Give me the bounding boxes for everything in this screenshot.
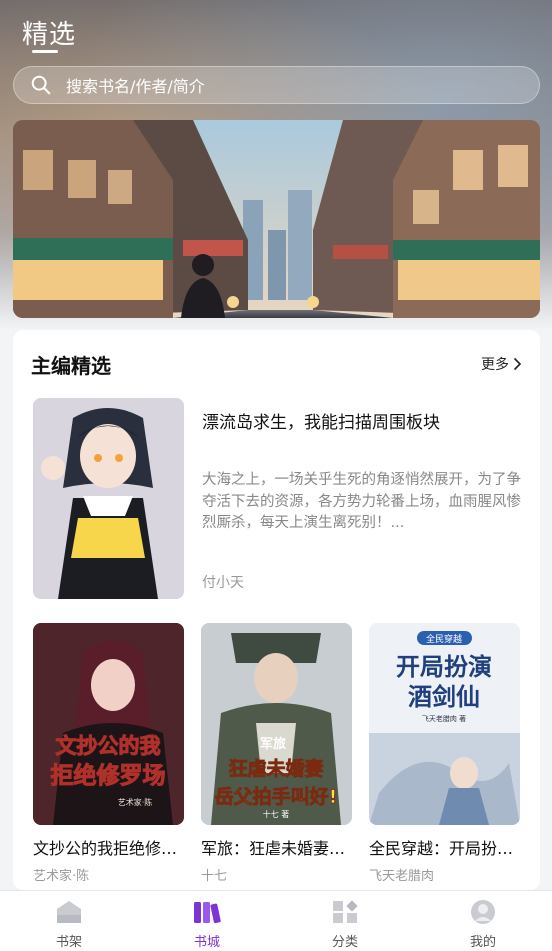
more-button[interactable]: 更多: [481, 354, 522, 374]
featured-book-author: 付小天: [202, 575, 244, 591]
tab-profile[interactable]: 我的: [414, 891, 552, 951]
title-underline: [32, 50, 58, 53]
cover-title-line-1: 开局扮演: [396, 653, 492, 681]
cover-author: 十七 著: [263, 809, 290, 819]
cover-tag: 军旅: [260, 736, 286, 752]
cover-tag: 全民穿越: [426, 633, 462, 645]
profile-icon: [471, 900, 495, 924]
book-cover-art: 文抄公的我 拒绝修罗场 艺术家·陈: [33, 623, 184, 825]
book-card[interactable]: 军旅 狂虐未婚妻 岳父拍手叫好! 十七 著 军旅：狂虐未婚妻，岳父拍手叫好! 十…: [201, 623, 352, 884]
tab-label: 书架: [55, 935, 82, 950]
tab-bookstore[interactable]: 书城: [138, 891, 276, 951]
cover-author: 艺术家·陈: [118, 797, 153, 807]
book-cover-art: 军旅 狂虐未婚妻 岳父拍手叫好! 十七 著: [201, 623, 352, 825]
cover-title-line-2: 岳父拍手叫好!: [215, 785, 338, 808]
search-icon: [31, 75, 51, 95]
tab-label: 我的: [469, 935, 496, 950]
cover-title-line-2: 拒绝修罗场: [51, 762, 166, 789]
featured-book-description: 大海之上，一场关乎生死的角逐悄然展开，为了争夺活下去的资源，各方势力轮番上场，血…: [202, 472, 521, 531]
book-title: 文抄公的我拒绝修罗场: [33, 839, 184, 858]
tab-label: 书城: [193, 935, 220, 950]
book-card[interactable]: 文抄公的我 拒绝修罗场 艺术家·陈 文抄公的我拒绝修罗场 艺术家·陈: [33, 623, 184, 884]
tab-bookshelf[interactable]: 书架: [0, 891, 138, 951]
search-bar[interactable]: 搜索书名/作者/简介: [13, 66, 540, 104]
book-author: 十七: [201, 869, 228, 884]
tab-label: 分类: [331, 935, 358, 950]
book-cover-art: 全民穿越 开局扮演 酒剑仙 飞天老腊肉 著: [369, 623, 520, 825]
book-cover: 文抄公的我 拒绝修罗场 艺术家·陈: [33, 623, 184, 825]
book-author: 飞天老腊肉: [369, 869, 435, 884]
cover-title-line-1: 文抄公的我: [56, 734, 161, 758]
cover-title-line-2: 酒剑仙: [408, 683, 480, 711]
section-title: 主编精选: [31, 354, 111, 378]
book-author: 艺术家·陈: [33, 869, 90, 884]
anime-girl-cover-art: [33, 398, 184, 599]
featured-book-title[interactable]: 漂流岛求生，我能扫描周围板块: [202, 408, 522, 433]
page-title: 精选: [22, 20, 77, 50]
promo-banner[interactable]: [13, 120, 540, 318]
book-cover: 全民穿越 开局扮演 酒剑仙 飞天老腊肉 著: [369, 623, 520, 825]
bottom-tab-bar: 书架 书城 分类 我的: [0, 890, 552, 951]
bookstore-icon: [194, 902, 221, 924]
category-icon: [333, 900, 358, 923]
tab-category[interactable]: 分类: [276, 891, 414, 951]
book-cover: 军旅 狂虐未婚妻 岳父拍手叫好! 十七 著: [201, 623, 352, 825]
cover-title-line-1: 狂虐未婚妻: [228, 757, 323, 780]
cover-author: 飞天老腊肉 著: [422, 714, 466, 723]
search-placeholder: 搜索书名/作者/简介: [66, 77, 205, 96]
book-title: 全民穿越：开局扮演酒剑仙: [369, 839, 520, 858]
bookshelf-icon: [57, 901, 81, 923]
editor-picks-section: 主编精选 更多 漂流岛求生，我能扫描周围板块 大海之上，一场关乎生死的角逐悄然展…: [13, 330, 540, 890]
book-card[interactable]: 全民穿越 开局扮演 酒剑仙 飞天老腊肉 著 全民穿越：开局扮演酒剑仙 飞天老腊肉: [369, 623, 520, 884]
more-label: 更多: [481, 357, 509, 373]
book-title: 军旅：狂虐未婚妻，岳父拍手叫好!: [201, 839, 352, 858]
featured-book-cover[interactable]: [33, 398, 184, 599]
chevron-right-icon: [513, 357, 522, 371]
city-street-illustration: [13, 120, 540, 318]
